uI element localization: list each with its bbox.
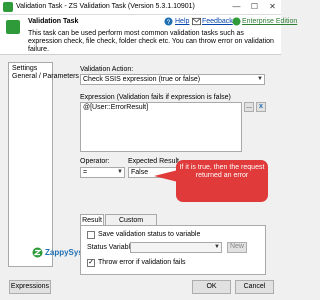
expressions-button[interactable]: Expressions	[9, 280, 51, 294]
throw-error-checkbox[interactable]: ✓	[87, 259, 95, 267]
validation-action-select[interactable]: Check SSIS expression (true or false) ▼	[80, 74, 265, 85]
throw-error-label: Throw error if validation fails	[98, 259, 186, 266]
operator-select[interactable]: = ▼	[80, 167, 125, 178]
task-title: Validation Task	[28, 18, 79, 25]
zappysys-logo: ZappySys	[18, 246, 83, 260]
chevron-down-icon: ▼	[214, 244, 220, 250]
new-variable-button[interactable]: New	[227, 242, 247, 253]
zappysys-logo-icon	[32, 247, 43, 258]
status-variable-select[interactable]: ▼	[130, 242, 222, 253]
validation-action-label: Validation Action:	[80, 66, 134, 73]
expected-result-label: Expected Result	[128, 158, 179, 165]
help-link[interactable]: Help	[175, 18, 189, 25]
zappysys-logo-text: ZappySys	[45, 248, 83, 257]
navigation-pane: Settings General / Parameters	[8, 62, 79, 267]
task-description: This task can be used perform most commo…	[28, 30, 274, 53]
feedback-icon	[192, 17, 201, 26]
svg-text:?: ?	[167, 19, 171, 26]
ok-button[interactable]: OK	[192, 280, 231, 294]
expression-builder-button[interactable]: x	[256, 102, 266, 112]
save-status-checkbox[interactable]	[87, 231, 95, 239]
window-title: Validation Task - ZS Validation Task (Ve…	[16, 3, 195, 10]
help-icon: ?	[164, 17, 173, 26]
minimize-button[interactable]: —	[228, 1, 245, 13]
close-button[interactable]: ✕	[264, 1, 281, 13]
validation-task-icon	[6, 20, 20, 34]
callout-text: If it is true, then the request returned…	[179, 164, 265, 179]
operator-value: =	[83, 169, 88, 176]
edition-link[interactable]: Enterprise Edition	[242, 18, 297, 25]
maximize-button[interactable]: ☐	[246, 1, 263, 13]
expression-value: @[User::ErrorResult]	[83, 104, 149, 111]
expression-input[interactable]: @[User::ErrorResult]	[80, 102, 242, 152]
app-icon	[3, 2, 13, 12]
expression-label: Expression (Validation fails if expressi…	[80, 94, 231, 101]
status-variable-label: Status Variable	[87, 244, 134, 251]
annotation-callout: If it is true, then the request returned…	[176, 160, 268, 202]
validation-action-value: Check SSIS expression (true or false)	[83, 76, 201, 83]
edition-icon	[232, 17, 241, 26]
save-status-label: Save validation status to variable	[98, 231, 201, 238]
chevron-down-icon: ▼	[117, 169, 123, 175]
operator-label: Operator:	[80, 158, 110, 165]
cancel-button[interactable]: Cancel	[235, 280, 274, 294]
callout-pointer	[154, 170, 178, 182]
chevron-down-icon: ▼	[257, 76, 263, 82]
expected-result-value: False	[131, 169, 149, 176]
expression-browse-button[interactable]: ...	[244, 102, 254, 112]
nav-item-general-parameters[interactable]: General / Parameters	[12, 73, 79, 80]
feedback-link[interactable]: Feedback	[202, 18, 233, 25]
nav-item-settings[interactable]: Settings	[12, 65, 37, 72]
